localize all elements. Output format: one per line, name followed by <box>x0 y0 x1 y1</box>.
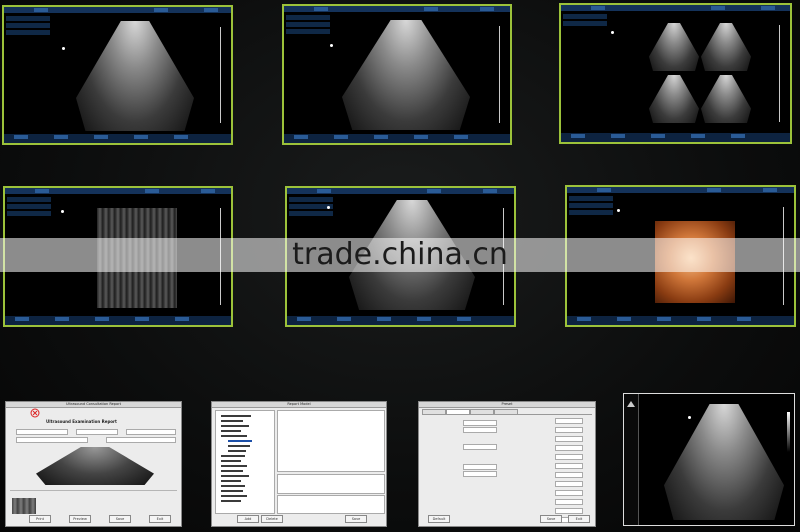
tab-general[interactable] <box>422 409 446 415</box>
patient-id-field[interactable] <box>126 429 176 435</box>
save-button[interactable]: Save <box>540 515 562 523</box>
watermark-banner: trade.china.cn <box>0 238 800 272</box>
thumbnail-image[interactable] <box>12 498 36 514</box>
preview-button[interactable]: Preview <box>69 515 91 523</box>
parameter-panel <box>569 196 613 217</box>
parameter-panel <box>6 16 50 37</box>
window-title: Report Model <box>212 402 386 408</box>
tab-system[interactable] <box>494 409 518 415</box>
conclusion-textarea[interactable] <box>277 474 385 494</box>
exit-button[interactable]: Exit <box>568 515 590 523</box>
window-title: Preset <box>419 402 595 408</box>
measure-row[interactable] <box>555 445 583 451</box>
report-editor-window[interactable]: Report Model Add Delete Save <box>211 401 387 527</box>
depth-ruler <box>499 26 500 123</box>
editor-buttons: Add Delete Save <box>215 515 383 523</box>
setting-select-2[interactable] <box>463 427 497 433</box>
exam-date-field[interactable] <box>16 437 88 443</box>
top-toolbar <box>284 6 510 12</box>
cursor-marker <box>330 44 333 47</box>
left-panel <box>624 394 639 525</box>
tree-panel <box>215 410 275 514</box>
measure-row[interactable] <box>555 481 583 487</box>
measure-row[interactable] <box>555 499 583 505</box>
top-toolbar <box>567 187 794 193</box>
quad-image-1 <box>649 23 699 71</box>
exit-button[interactable]: Exit <box>149 515 171 523</box>
kidney-ultrasound-image <box>664 404 784 520</box>
measure-row[interactable] <box>555 436 583 442</box>
patient-age-field[interactable] <box>76 429 118 435</box>
measure-row[interactable] <box>555 472 583 478</box>
cursor-marker <box>688 416 691 419</box>
ultrasound-image <box>76 21 194 131</box>
kidney-scan-window[interactable] <box>623 393 795 526</box>
report-heading: Ultrasound Examination Report <box>46 419 117 424</box>
add-button[interactable]: Add <box>237 515 259 523</box>
depth-ruler <box>779 25 780 122</box>
delete-button[interactable]: Delete <box>261 515 283 523</box>
default-button[interactable]: Default <box>428 515 450 523</box>
save-button[interactable]: Save <box>345 515 367 523</box>
quad-image-3 <box>649 75 699 123</box>
findings-textarea[interactable] <box>277 410 385 472</box>
bottom-toolbar <box>567 316 794 325</box>
measure-row[interactable] <box>555 427 583 433</box>
scan-tile-convex[interactable] <box>282 4 512 145</box>
top-toolbar <box>5 188 231 194</box>
measure-list <box>511 418 591 526</box>
top-toolbar <box>561 5 790 11</box>
print-button[interactable]: Print <box>29 515 51 523</box>
measure-row[interactable] <box>555 418 583 424</box>
save-button[interactable]: Save <box>109 515 131 523</box>
divider <box>10 490 177 491</box>
measure-row[interactable] <box>555 508 583 514</box>
cursor-marker <box>327 206 330 209</box>
report-scan-image <box>36 447 154 485</box>
report-buttons: Print Preview Save Exit <box>9 515 178 523</box>
gray-scale-bar <box>787 412 790 452</box>
bottom-toolbar <box>284 134 510 143</box>
probe-icon <box>627 401 635 407</box>
bottom-toolbar <box>4 134 231 143</box>
quad-image-4 <box>701 75 751 123</box>
tab-strip <box>422 409 592 415</box>
setting-select-3[interactable] <box>463 444 497 450</box>
top-toolbar <box>287 188 514 194</box>
tab-preset[interactable] <box>470 409 494 415</box>
setting-select-4[interactable] <box>463 464 497 470</box>
doctor-field[interactable] <box>106 437 176 443</box>
tab-measure[interactable] <box>446 409 470 415</box>
patient-name-field[interactable] <box>16 429 68 435</box>
parameter-panel <box>286 15 330 36</box>
depth-ruler <box>220 27 221 123</box>
measure-row[interactable] <box>555 490 583 496</box>
scan-tile-abdomen[interactable] <box>2 5 233 145</box>
parameter-panel <box>7 197 51 218</box>
setting-select-5[interactable] <box>463 471 497 477</box>
warning-icon <box>30 408 40 418</box>
bottom-toolbar <box>287 316 514 325</box>
parameter-panel <box>563 14 607 28</box>
measure-row[interactable] <box>555 454 583 460</box>
top-toolbar <box>4 7 231 13</box>
bottom-toolbar <box>561 133 790 142</box>
bottom-toolbar <box>5 316 231 325</box>
setting-select-1[interactable] <box>463 420 497 426</box>
preset-buttons: Default Save Exit <box>422 515 592 523</box>
ultrasound-image <box>342 20 470 130</box>
cursor-marker <box>617 209 620 212</box>
measure-row[interactable] <box>555 463 583 469</box>
report-window[interactable]: Ultrasound Consultation Report Ultrasoun… <box>5 401 182 527</box>
scan-tile-quad-view[interactable] <box>559 3 792 144</box>
cursor-marker <box>61 210 64 213</box>
cursor-marker <box>611 31 614 34</box>
quad-image-2 <box>701 23 751 71</box>
comment-textarea[interactable] <box>277 495 385 514</box>
preset-window[interactable]: Preset Default Save Exit <box>418 401 596 527</box>
cursor-marker <box>62 47 65 50</box>
